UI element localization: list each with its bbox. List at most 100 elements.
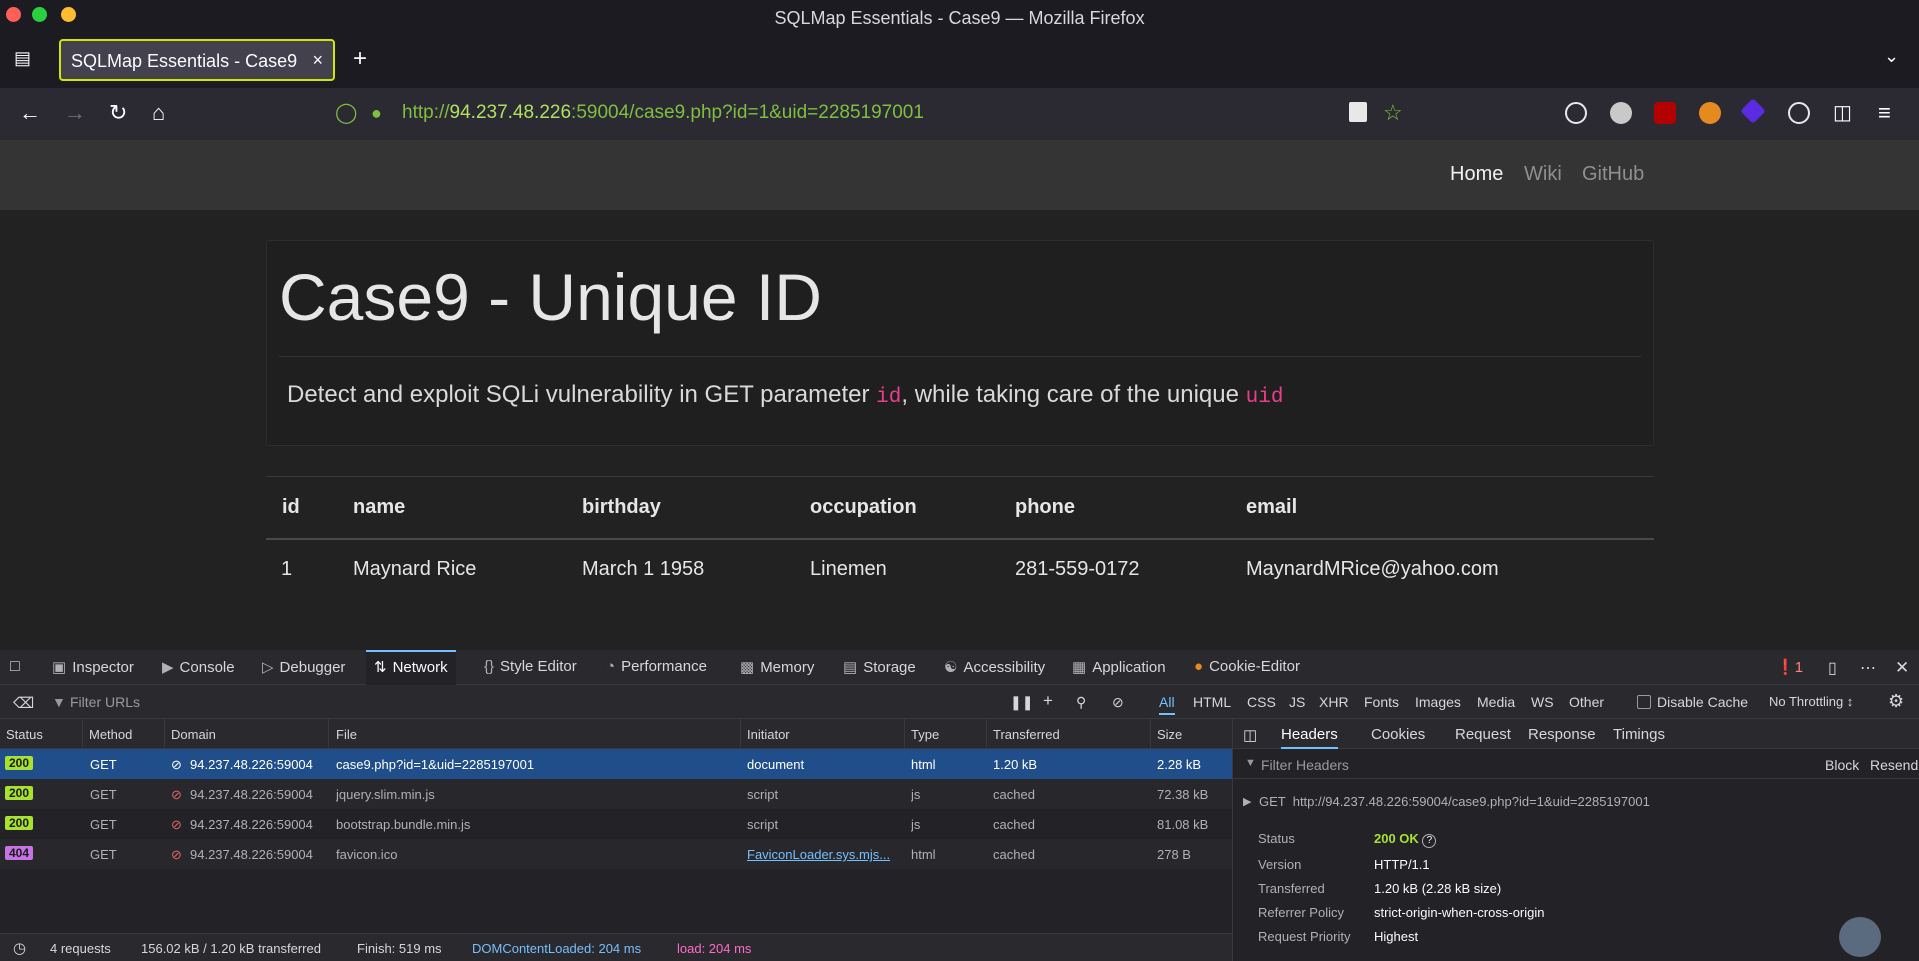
type-filter-ws[interactable]: WS (1531, 694, 1554, 710)
cookie-icon[interactable] (1788, 102, 1810, 124)
table-row[interactable]: 404 GET ⊘ 94.237.48.226:59004 favicon.ic… (0, 839, 1232, 869)
request-line-chevron-icon[interactable]: ▶ (1243, 795, 1251, 808)
tab-cookie-editor-label: Cookie-Editor (1209, 658, 1300, 675)
error-count-badge[interactable]: ❗1 (1776, 658, 1803, 676)
nav-home-link[interactable]: Home (1450, 163, 1503, 186)
finish-time: Finish: 519 ms (357, 941, 442, 956)
tab-response[interactable]: Response (1528, 726, 1596, 743)
tab-application[interactable]: ▦ Application (1072, 658, 1166, 676)
window-title: SQLMap Essentials - Case9 — Mozilla Fire… (774, 8, 1145, 28)
add-icon[interactable]: + (1043, 691, 1053, 711)
block-icon[interactable]: ⊘ (1112, 694, 1124, 711)
account-icon[interactable] (1565, 102, 1587, 124)
search-icon[interactable]: ⚲ (1076, 694, 1086, 711)
type-filter-fonts[interactable]: Fonts (1364, 694, 1399, 710)
column-status[interactable]: Status (6, 727, 43, 742)
column-file[interactable]: File (336, 727, 357, 742)
bookmark-star-icon[interactable]: ☆ (1383, 100, 1403, 126)
type-filter-xhr[interactable]: XHR (1319, 694, 1349, 710)
tab-debugger[interactable]: ▷ Debugger (262, 658, 345, 676)
extensions-puzzle-icon[interactable]: ◫ (1833, 100, 1852, 126)
url-host: 94.237.48.226 (449, 102, 572, 123)
column-initiator[interactable]: Initiator (747, 727, 790, 742)
forward-icon[interactable]: → (64, 100, 86, 126)
tab-request[interactable]: Request (1455, 726, 1511, 743)
tab-timings[interactable]: Timings (1613, 726, 1665, 743)
back-icon[interactable]: ← (19, 100, 41, 126)
tab-style-editor[interactable]: {} Style Editor (484, 658, 577, 675)
resend-button[interactable]: Resend (1870, 757, 1918, 773)
list-all-tabs-icon[interactable]: ⌄ (1884, 46, 1899, 67)
shield-icon[interactable]: ◯ (335, 100, 357, 126)
table-row[interactable]: 200 GET ⊘ 94.237.48.226:59004 jquery.sli… (0, 779, 1232, 809)
filter-headers-input[interactable]: Filter Headers (1261, 757, 1349, 773)
column-transferred[interactable]: Transferred (993, 727, 1060, 742)
reload-icon[interactable]: ↻ (109, 100, 127, 126)
reader-view-icon[interactable] (1349, 102, 1367, 122)
menu-icon[interactable]: ≡ (1878, 100, 1891, 126)
tab-performance[interactable]: ◔ Performance (606, 658, 707, 675)
tab-cookie-editor[interactable]: ● Cookie-Editor (1194, 658, 1300, 675)
close-devtools-icon[interactable]: ✕ (1895, 658, 1909, 678)
column-method[interactable]: Method (89, 727, 132, 742)
tab-accessibility[interactable]: ☯ Accessibility (944, 658, 1045, 676)
column-domain[interactable]: Domain (171, 727, 216, 742)
disable-cache-label[interactable]: Disable Cache (1657, 694, 1748, 710)
type-filter-html[interactable]: HTML (1193, 694, 1231, 710)
tab-network[interactable]: ⇅ Network (366, 650, 456, 685)
tab-console[interactable]: ▶ Console (162, 658, 235, 676)
nav-wiki-link[interactable]: Wiki (1524, 163, 1562, 186)
element-picker-icon[interactable]: □ (10, 658, 20, 676)
clipboard-icon[interactable] (1839, 917, 1881, 957)
type-filter-all[interactable]: All (1159, 694, 1175, 715)
tab-network-label: Network (392, 659, 448, 676)
tab-storage[interactable]: ▤ Storage (843, 658, 916, 676)
tab-headers[interactable]: Headers (1281, 726, 1338, 749)
new-tab-button[interactable]: + (353, 45, 367, 73)
table-row[interactable]: 200 GET ⊘ 94.237.48.226:59004 case9.php?… (0, 749, 1232, 779)
tab-manager-icon[interactable]: ▤ (14, 48, 31, 69)
pause-icon[interactable]: ❚❚ (1010, 694, 1033, 711)
page-title: Case9 - Unique ID (279, 260, 822, 334)
ublock-icon[interactable] (1654, 102, 1676, 124)
type-filter-other[interactable]: Other (1569, 694, 1604, 710)
tab-close-icon[interactable]: × (312, 50, 323, 71)
column-type[interactable]: Type (911, 727, 939, 742)
request-domain: 94.237.48.226:59004 (190, 757, 313, 772)
tab-inspector[interactable]: ▣ Inspector (52, 658, 134, 676)
tab-cookies[interactable]: Cookies (1371, 726, 1425, 743)
url-input[interactable]: http://94.237.48.226:59004/case9.php?id=… (402, 102, 924, 124)
type-filter-js[interactable]: JS (1289, 694, 1305, 710)
nav-github-link[interactable]: GitHub (1582, 163, 1644, 186)
extension-icon-3[interactable] (1740, 98, 1766, 124)
request-transferred: cached (993, 847, 1035, 862)
transferred-summary: 156.02 kB / 1.20 kB transferred (141, 941, 321, 956)
request-file: jquery.slim.min.js (336, 787, 435, 802)
throttling-select[interactable]: No Throttling ↕ (1769, 694, 1853, 709)
extension-icon-2[interactable] (1699, 102, 1721, 124)
responsive-design-icon[interactable]: ▯ (1828, 658, 1837, 678)
request-initiator-link[interactable]: FaviconLoader.sys.mjs... (747, 847, 899, 862)
disable-cache-checkbox[interactable] (1637, 695, 1651, 709)
request-size: 81.08 kB (1157, 817, 1209, 832)
filter-urls-input[interactable]: Filter URLs (70, 694, 140, 710)
table-row[interactable]: 200 GET ⊘ 94.237.48.226:59004 bootstrap.… (0, 809, 1232, 839)
type-filter-media[interactable]: Media (1477, 694, 1515, 710)
block-button[interactable]: Block (1825, 757, 1859, 773)
lock-icon[interactable]: ● (371, 100, 382, 126)
more-options-icon[interactable]: ⋯ (1860, 658, 1876, 678)
header-label-request-priority: Request Priority (1258, 929, 1351, 944)
tab-memory[interactable]: ▩ Memory (740, 658, 814, 676)
column-size[interactable]: Size (1157, 727, 1182, 742)
home-icon[interactable]: ⌂ (152, 100, 165, 126)
help-icon[interactable]: ? (1422, 834, 1437, 848)
performance-analysis-icon[interactable]: ◷ (13, 939, 26, 957)
column-divider (1150, 719, 1151, 749)
extension-icon-1[interactable] (1610, 102, 1632, 124)
tab-active[interactable]: SQLMap Essentials - Case9 × (59, 39, 335, 81)
settings-gear-icon[interactable]: ⚙ (1888, 691, 1904, 712)
toggle-sidebar-icon[interactable]: ◫ (1243, 726, 1257, 744)
type-filter-images[interactable]: Images (1415, 694, 1461, 710)
type-filter-css[interactable]: CSS (1247, 694, 1276, 710)
clear-trash-icon[interactable]: ⌫ (13, 694, 34, 712)
